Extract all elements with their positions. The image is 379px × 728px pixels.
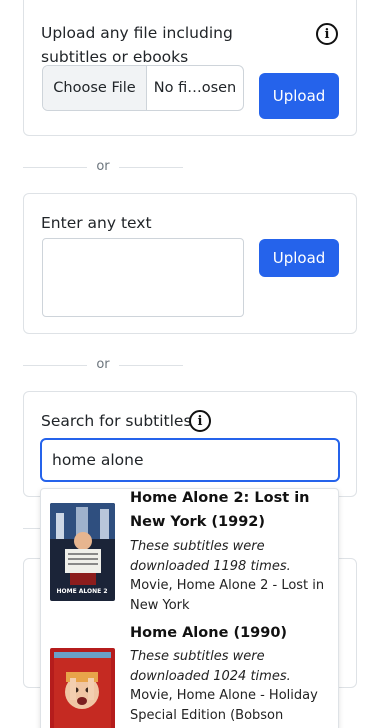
enter-text-label: Enter any text [41, 214, 152, 232]
movie-poster [50, 648, 115, 728]
result-title: Home Alone (1990) [130, 625, 288, 641]
search-result-item[interactable]: HOME ALONE 2 Home Alone 2: Lost in New Y… [41, 489, 338, 629]
divider-line [23, 528, 41, 529]
result-description: Movie, Home Alone - Holiday Special Edit… [130, 688, 318, 723]
result-title: Home Alone 2: Lost in New York (1992) [130, 490, 310, 530]
result-description: Movie, Home Alone 2 - Lost in New York [130, 578, 325, 613]
svg-text:HOME ALONE 2: HOME ALONE 2 [56, 588, 107, 595]
info-icon[interactable]: i [189, 410, 211, 432]
search-input[interactable] [40, 438, 340, 482]
upload-file-card: Upload any file including subtitles or e… [23, 0, 357, 136]
text-area[interactable] [42, 238, 244, 317]
result-download-count: These subtitles were downloaded 1024 tim… [130, 649, 291, 684]
upload-file-label: Upload any file including subtitles or e… [41, 24, 233, 66]
file-input[interactable]: Choose File No fi…osen [42, 65, 244, 111]
search-results-dropdown: HOME ALONE 2 Home Alone 2: Lost in New Y… [40, 488, 339, 728]
or-divider: or [23, 157, 183, 177]
text-input-card: Enter any text Upload [23, 193, 357, 334]
chosen-file-name: No fi…osen [153, 80, 237, 96]
search-label: Search for subtitles [41, 412, 192, 430]
search-result-item[interactable]: Home Alone (1990) These subtitles were d… [41, 625, 338, 728]
upload-file-button[interactable]: Upload [259, 73, 339, 119]
choose-file-button[interactable]: Choose File [43, 66, 147, 110]
or-divider: or [23, 355, 183, 375]
upload-text-button[interactable]: Upload [259, 239, 339, 277]
result-download-count: These subtitles were downloaded 1198 tim… [130, 539, 291, 574]
movie-poster: HOME ALONE 2 [50, 503, 115, 601]
info-icon[interactable]: i [316, 23, 338, 45]
